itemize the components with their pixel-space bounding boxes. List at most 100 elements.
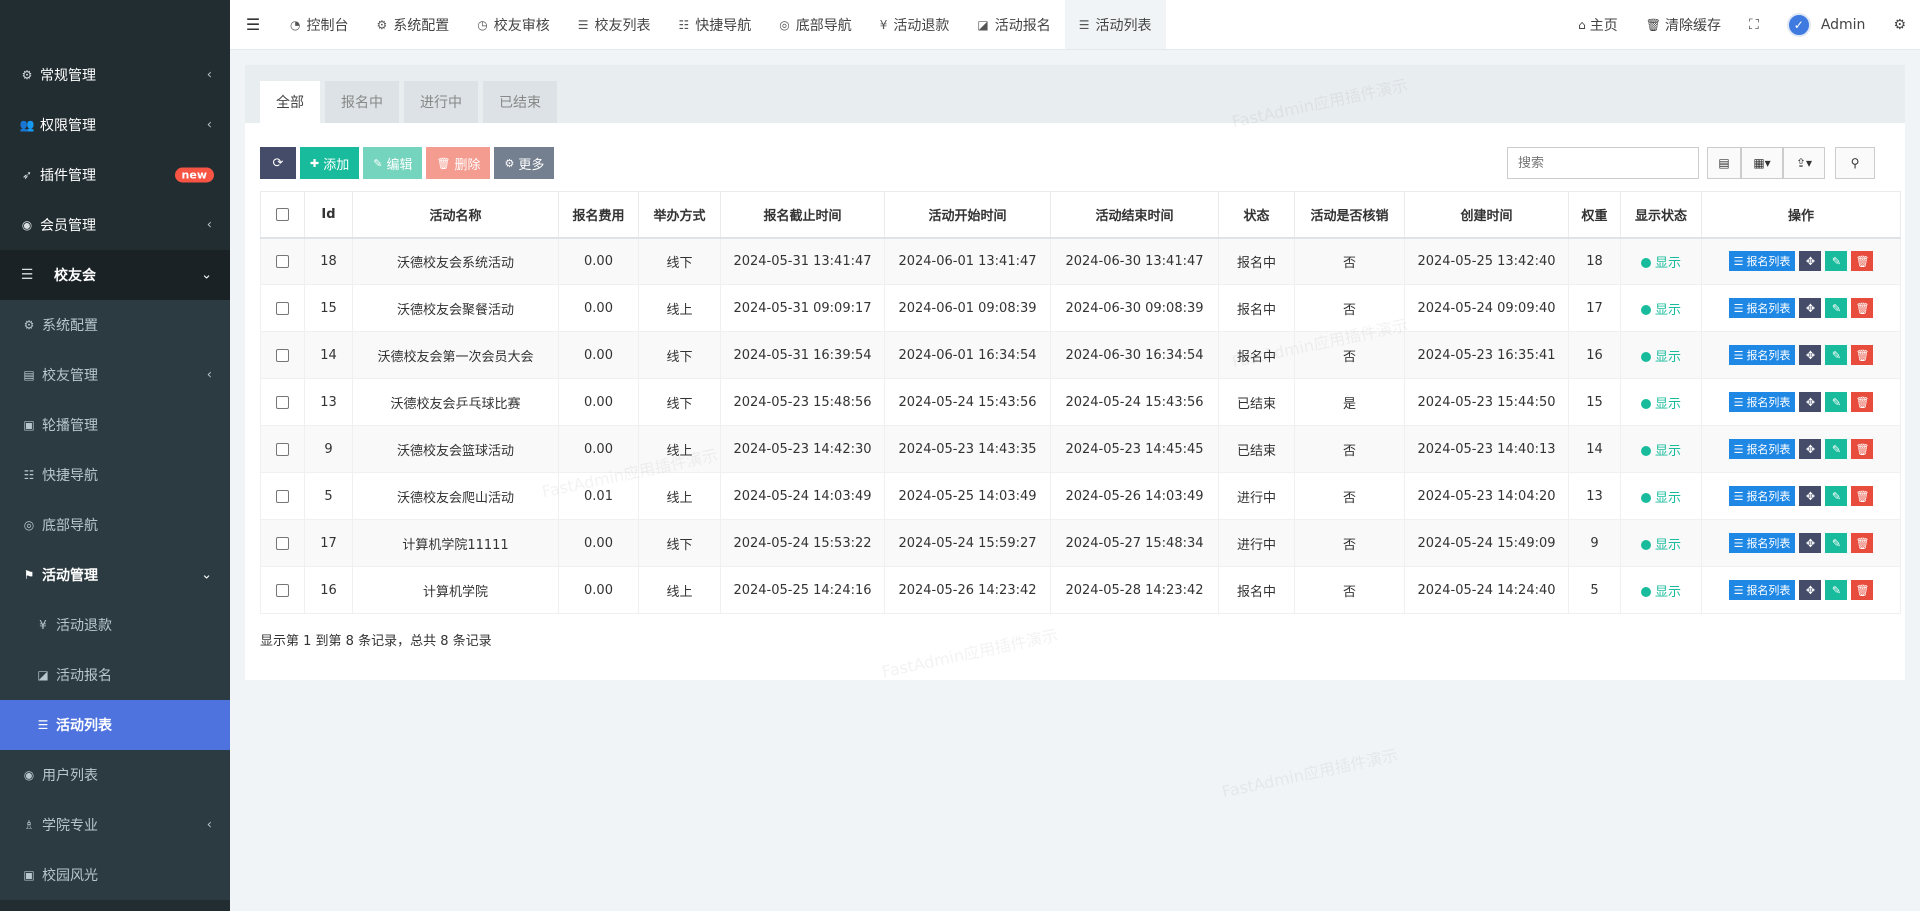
search-input[interactable] <box>1518 155 1688 171</box>
signup-list-button[interactable]: ☰ 报名列表 <box>1728 392 1796 412</box>
cell-verified[interactable]: 否 <box>1294 519 1405 567</box>
table-row[interactable]: 15 沃德校友会聚餐活动 0.00 线上 2024-05-31 09:09:17 2024… <box>260 284 1901 332</box>
row-checkbox[interactable] <box>276 301 289 315</box>
sidebar-item-general[interactable]: ⚙ 常规管理 ‹ <box>0 50 230 100</box>
table-row[interactable]: 9 沃德校友会篮球活动 0.00 线上 2024-05-23 14:42:30 2024-… <box>260 425 1901 473</box>
row-delete-button[interactable]: 🗑 <box>1851 392 1874 412</box>
sidebar-item-bottom-nav[interactable]: ◎ 底部导航 <box>0 500 230 550</box>
cell-verified[interactable]: 否 <box>1294 472 1405 520</box>
cell-verified[interactable]: 否 <box>1294 284 1405 332</box>
row-checkbox[interactable] <box>276 254 289 268</box>
th-show[interactable]: 显示状态 <box>1620 191 1702 239</box>
delete-button[interactable]: 🗑 删除 <box>426 147 491 179</box>
sidebar-item-campus[interactable]: ▣ 校园风光 <box>0 850 230 900</box>
row-checkbox[interactable] <box>276 583 289 597</box>
export-button[interactable]: ⇪▾ <box>1783 147 1825 179</box>
cell-show[interactable]: 显示 <box>1620 519 1702 567</box>
drag-sort-button[interactable]: ✥ <box>1799 533 1822 553</box>
row-checkbox[interactable] <box>276 489 289 503</box>
drag-sort-button[interactable]: ✥ <box>1799 486 1822 506</box>
sidebar-item-alumni-manage[interactable]: ▤ 校友管理 ‹ <box>0 350 230 400</box>
row-checkbox[interactable] <box>276 442 289 456</box>
more-button[interactable]: ⚙ 更多 <box>494 147 555 179</box>
signup-list-button[interactable]: ☰ 报名列表 <box>1728 345 1796 365</box>
drag-sort-button[interactable]: ✥ <box>1799 251 1822 272</box>
drag-sort-button[interactable]: ✥ <box>1799 580 1822 600</box>
select-all-checkbox[interactable] <box>276 207 289 221</box>
sidebar-item-carousel[interactable]: ▣ 轮播管理 <box>0 400 230 450</box>
table-row[interactable]: 18 沃德校友会系统活动 0.00 线下 2024-05-31 13:41:47 2024… <box>260 237 1901 285</box>
sidebar-item-activity-refund[interactable]: ¥ 活动退款 <box>0 600 230 650</box>
table-row[interactable]: 5 沃德校友会爬山活动 0.01 线上 2024-05-24 14:03:49 2024-… <box>260 472 1901 520</box>
sidebar-item-activity[interactable]: ⚑ 活动管理 ⌄ <box>0 550 230 600</box>
cell-show[interactable]: 显示 <box>1620 566 1702 614</box>
th-mode[interactable]: 举办方式 <box>638 191 721 239</box>
row-delete-button[interactable]: 🗑 <box>1851 486 1874 506</box>
cell-verified[interactable]: 是 <box>1294 378 1405 426</box>
table-row[interactable]: 13 沃德校友会乒乓球比赛 0.00 线下 2024-05-23 15:48:56 202… <box>260 378 1901 426</box>
row-edit-button[interactable]: ✎ <box>1825 486 1848 506</box>
drag-sort-button[interactable]: ✥ <box>1799 298 1822 318</box>
clear-cache-button[interactable]: 🗑 清除缓存 <box>1632 0 1735 49</box>
row-edit-button[interactable]: ✎ <box>1825 298 1848 318</box>
cell-verified[interactable]: 否 <box>1294 331 1405 379</box>
user-menu[interactable]: ✓ Admin <box>1773 0 1880 49</box>
cell-verified[interactable]: 否 <box>1294 566 1405 614</box>
signup-list-button[interactable]: ☰ 报名列表 <box>1728 439 1796 459</box>
sidebar-item-permission[interactable]: 👥 权限管理 ‹ <box>0 100 230 150</box>
tab-activity-list[interactable]: ☰ 活动列表 <box>1064 0 1166 49</box>
row-delete-button[interactable]: 🗑 <box>1851 533 1874 553</box>
sidebar-item-alumni[interactable]: ☰ 校友会 ⌄ <box>0 250 230 300</box>
row-edit-button[interactable]: ✎ <box>1825 439 1848 459</box>
row-checkbox[interactable] <box>276 348 289 362</box>
tab-bottom-nav[interactable]: ◎ 底部导航 <box>765 0 865 49</box>
sidebar-item-activity-list[interactable]: ☰ 活动列表 <box>0 700 230 750</box>
tab-activity-signup[interactable]: ◪ 活动报名 <box>963 0 1064 49</box>
th-end[interactable]: 活动结束时间 <box>1050 191 1219 239</box>
sidebar-item-quick-nav[interactable]: ☷ 快捷导航 <box>0 450 230 500</box>
th-start[interactable]: 活动开始时间 <box>884 191 1051 239</box>
th-name[interactable]: 活动名称 <box>352 191 559 239</box>
th-weight[interactable]: 权重 <box>1568 191 1621 239</box>
sidebar-item-system-config[interactable]: ⚙ 系统配置 <box>0 300 230 350</box>
drag-sort-button[interactable]: ✥ <box>1799 345 1822 365</box>
tab-all[interactable]: 全部 <box>260 81 320 123</box>
toggle-view-button[interactable]: ▤ <box>1707 147 1741 179</box>
table-row[interactable]: 17 计算机学院11111 0.00 线下 2024-05-24 15:53:22 202… <box>260 519 1901 567</box>
th-id[interactable]: Id <box>304 191 353 239</box>
search-button[interactable]: ⚲ <box>1835 147 1875 179</box>
tab-system-config[interactable]: ⚙ 系统配置 <box>362 0 463 49</box>
row-edit-button[interactable]: ✎ <box>1825 345 1848 365</box>
tab-alumni-review[interactable]: ◷ 校友审核 <box>463 0 563 49</box>
th-created[interactable]: 创建时间 <box>1404 191 1569 239</box>
cell-show[interactable]: 显示 <box>1620 331 1702 379</box>
row-delete-button[interactable]: 🗑 <box>1851 251 1874 272</box>
signup-list-button[interactable]: ☰ 报名列表 <box>1728 486 1796 506</box>
add-button[interactable]: ✚ 添加 <box>300 147 360 179</box>
table-row[interactable]: 14 沃德校友会第一次会员大会 0.00 线下 2024-05-31 16:39:54 2… <box>260 331 1901 379</box>
row-delete-button[interactable]: 🗑 <box>1851 439 1874 459</box>
tab-finished[interactable]: 已结束 <box>483 81 557 123</box>
row-delete-button[interactable]: 🗑 <box>1851 298 1874 318</box>
tab-dashboard[interactable]: ◔ 控制台 <box>276 0 362 49</box>
drag-sort-button[interactable]: ✥ <box>1799 392 1822 412</box>
th-deadline[interactable]: 报名截止时间 <box>720 191 885 239</box>
th-status[interactable]: 状态 <box>1218 191 1295 239</box>
cell-verified[interactable]: 否 <box>1294 237 1405 285</box>
columns-button[interactable]: ▦▾ <box>1741 147 1783 179</box>
edit-button[interactable]: ✎ 编辑 <box>363 147 423 179</box>
signup-list-button[interactable]: ☰ 报名列表 <box>1728 580 1796 600</box>
sidebar-item-activity-signup[interactable]: ◪ 活动报名 <box>0 650 230 700</box>
row-edit-button[interactable]: ✎ <box>1825 251 1848 272</box>
sidebar-item-user-list[interactable]: ◉ 用户列表 <box>0 750 230 800</box>
tab-in-progress[interactable]: 进行中 <box>404 81 478 123</box>
cell-show[interactable]: 显示 <box>1620 284 1702 332</box>
tab-signing-up[interactable]: 报名中 <box>325 81 399 123</box>
row-delete-button[interactable]: 🗑 <box>1851 580 1874 600</box>
refresh-button[interactable]: ⟳ <box>260 147 296 179</box>
row-delete-button[interactable]: 🗑 <box>1851 345 1874 365</box>
tab-quick-nav[interactable]: ☷ 快捷导航 <box>665 0 766 49</box>
cell-show[interactable]: 显示 <box>1620 378 1702 426</box>
th-verified[interactable]: 活动是否核销 <box>1294 191 1405 239</box>
signup-list-button[interactable]: ☰ 报名列表 <box>1728 533 1796 553</box>
